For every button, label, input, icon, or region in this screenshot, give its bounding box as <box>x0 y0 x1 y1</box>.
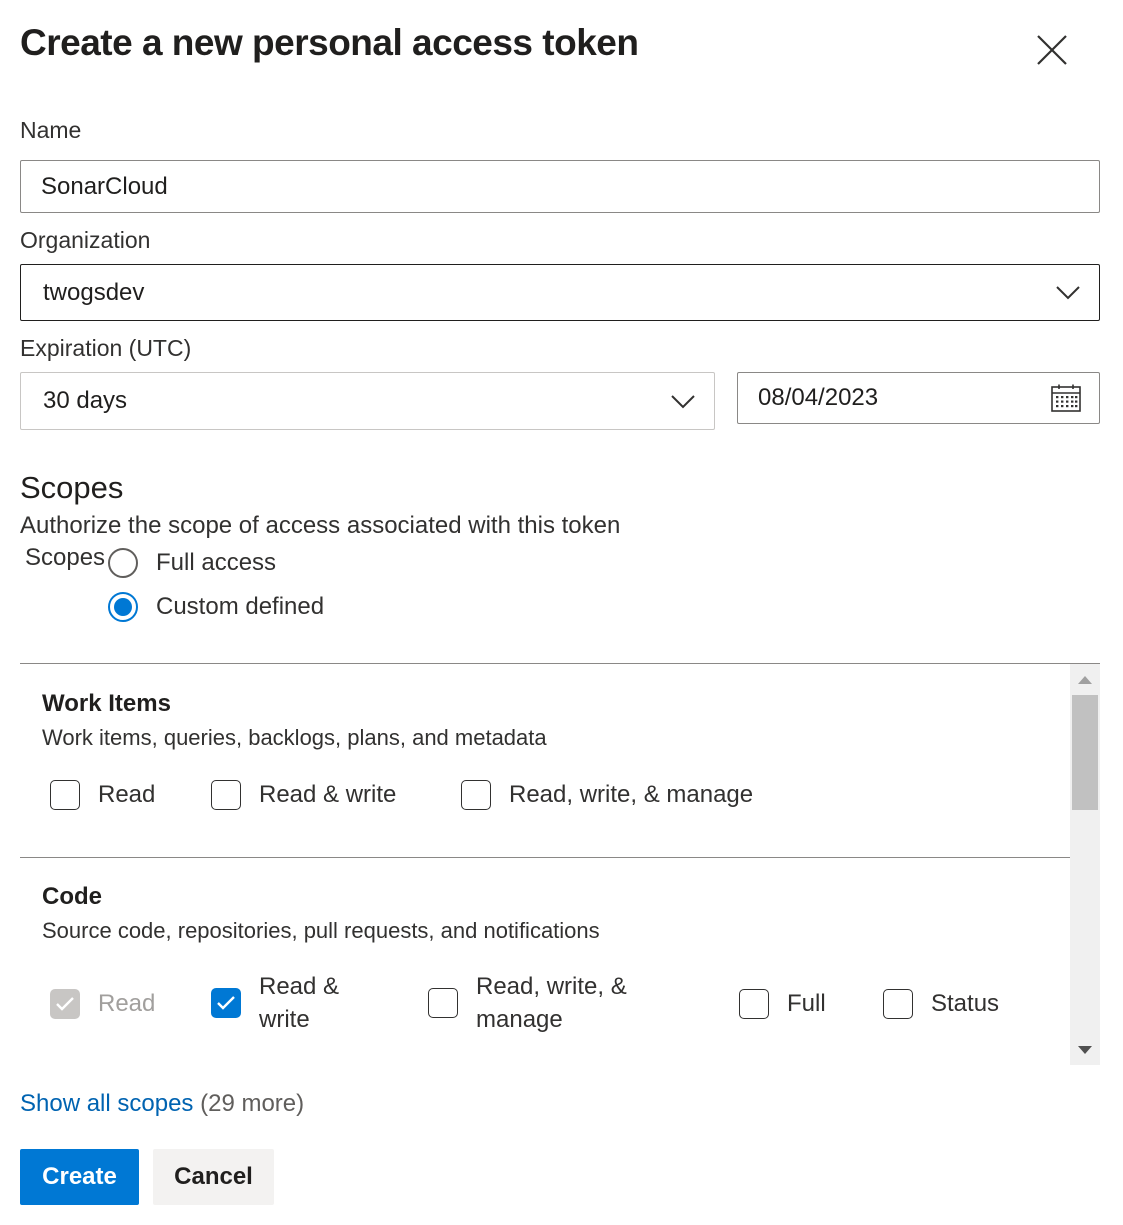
checkbox-label: Read <box>98 990 156 1017</box>
checkmark-icon <box>217 996 235 1010</box>
checkbox-label: Read & write <box>259 970 339 1036</box>
checkbox[interactable] <box>461 779 491 810</box>
checkbox-label: Full <box>787 990 826 1017</box>
scope-group-description: Work items, queries, backlogs, plans, an… <box>42 725 547 750</box>
scopes-heading: Scopes <box>20 470 124 505</box>
code-manage-checkbox[interactable]: Read, write, & manage <box>428 970 627 1036</box>
radio-label: Full access <box>156 549 277 576</box>
more-scopes-count: (29 more) <box>200 1090 305 1117</box>
organization-value: twogsdev <box>43 279 145 306</box>
expiration-label: Expiration (UTC) <box>20 335 192 361</box>
scope-group-title: Code <box>42 883 102 910</box>
checkbox-label-line: write <box>259 1006 310 1033</box>
radio-button[interactable] <box>108 548 138 578</box>
group-divider <box>20 857 1070 858</box>
organization-dropdown[interactable]: twogsdev <box>20 264 1100 321</box>
expiration-date-input[interactable]: 08/04/2023 <box>737 372 1100 424</box>
chevron-down-icon <box>671 395 695 409</box>
work-items-read-checkbox[interactable]: Read <box>50 778 155 811</box>
code-status-checkbox[interactable]: Status <box>883 987 999 1020</box>
expiration-value: 30 days <box>43 387 128 414</box>
checkbox <box>50 988 80 1019</box>
scopes-field-label: Scopes <box>25 544 106 571</box>
scopes-description: Authorize the scope of access associated… <box>20 512 621 539</box>
radio-button[interactable] <box>108 592 138 622</box>
checkbox-label-line: manage <box>476 1006 563 1033</box>
name-label: Name <box>20 117 82 143</box>
scroll-up-arrow-icon[interactable] <box>1078 676 1092 684</box>
code-full-checkbox[interactable]: Full <box>739 987 826 1020</box>
dialog-title: Create a new personal access token <box>20 22 639 63</box>
calendar-icon[interactable] <box>1051 384 1081 412</box>
checkbox-label-line: Read, write, & <box>476 973 627 1000</box>
radio-label: Custom defined <box>156 593 325 620</box>
organization-label: Organization <box>20 227 151 253</box>
cancel-button[interactable]: Cancel <box>153 1149 274 1205</box>
checkbox-label: Read, write, & manage <box>476 970 627 1036</box>
scope-list-panel[interactable]: Work Items Work items, queries, backlogs… <box>20 663 1100 1065</box>
name-input[interactable]: SonarCloud <box>20 160 1100 213</box>
scope-group-description: Source code, repositories, pull requests… <box>42 918 600 943</box>
scrollbar-thumb[interactable] <box>1072 695 1098 810</box>
show-all-scopes: Show all scopes (29 more) <box>20 1090 304 1118</box>
show-all-scopes-link[interactable]: Show all scopes <box>20 1090 193 1117</box>
checkbox-label: Read & write <box>259 781 397 808</box>
checkbox[interactable] <box>50 779 80 810</box>
checkbox[interactable] <box>883 988 913 1019</box>
checkbox-label: Read <box>98 781 156 808</box>
code-read-checkbox: Read <box>50 987 155 1020</box>
checkbox-label-line: Read & <box>259 973 340 1000</box>
expiration-date-value: 08/04/2023 <box>758 384 879 411</box>
checkbox[interactable] <box>211 779 241 810</box>
scope-group-title: Work Items <box>42 690 171 717</box>
checkmark-icon <box>56 996 74 1011</box>
custom-defined-radio[interactable]: Custom defined <box>108 591 324 623</box>
expiration-dropdown[interactable]: 30 days <box>20 372 715 430</box>
work-items-manage-checkbox[interactable]: Read, write, & manage <box>461 778 753 811</box>
checkbox[interactable] <box>428 988 458 1018</box>
work-items-read-write-checkbox[interactable]: Read & write <box>211 778 396 811</box>
close-icon[interactable] <box>1030 28 1074 72</box>
create-button[interactable]: Create <box>20 1149 139 1205</box>
checkbox-label: Status <box>931 990 1000 1017</box>
checkbox[interactable] <box>739 988 769 1019</box>
checkbox[interactable] <box>211 988 241 1018</box>
scroll-down-arrow-icon[interactable] <box>1078 1046 1092 1054</box>
full-access-radio[interactable]: Full access <box>108 547 276 579</box>
code-read-write-checkbox[interactable]: Read & write <box>211 970 339 1036</box>
chevron-down-icon <box>1056 286 1080 300</box>
checkbox-label: Read, write, & manage <box>509 781 754 808</box>
scrollbar[interactable] <box>1070 664 1100 1065</box>
